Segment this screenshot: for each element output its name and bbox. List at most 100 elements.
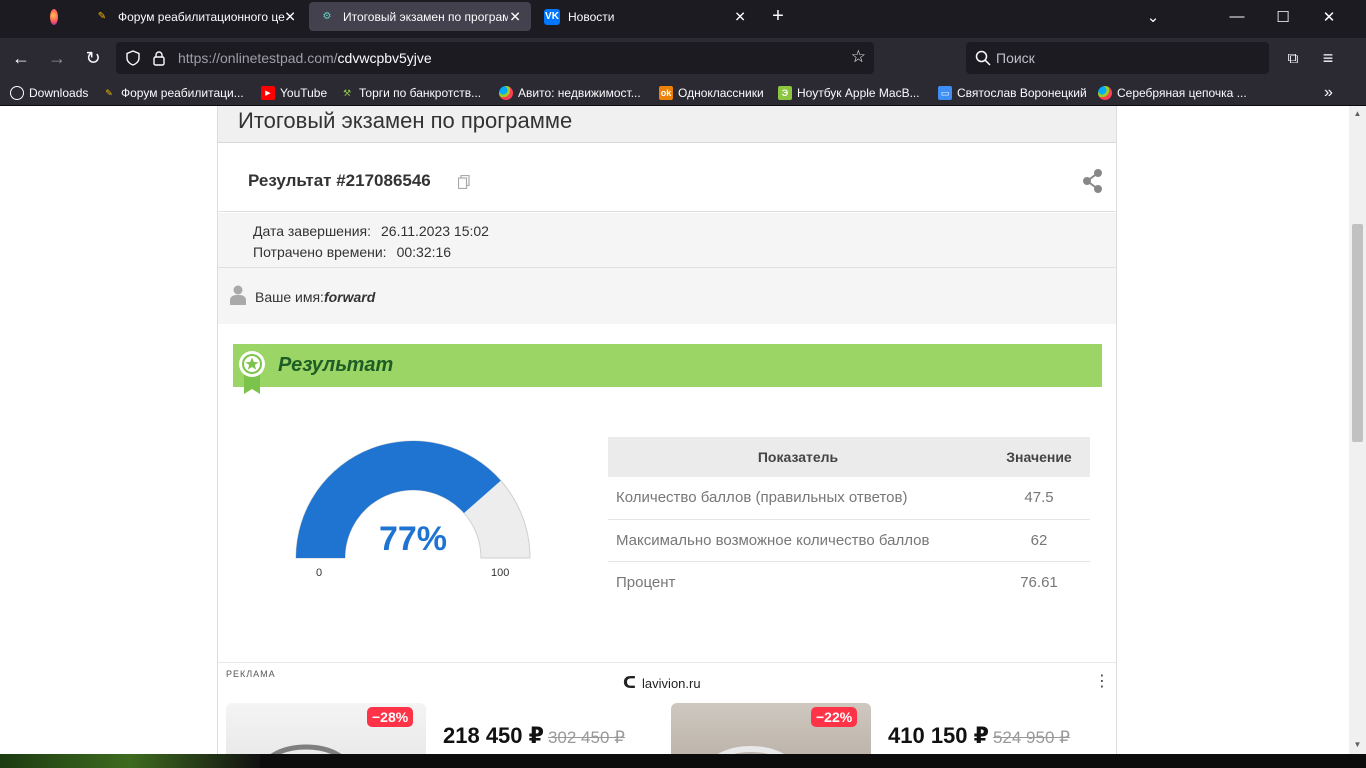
row-label: Максимально возможное количество баллов xyxy=(608,519,988,562)
more-vertical-icon[interactable]: ⋮ xyxy=(1094,671,1110,691)
bookmark-label: Downloads xyxy=(29,86,89,100)
navigation-bar: ← → ↻ https://onlinetestpad.com/cdvwcpbv… xyxy=(0,38,1366,78)
result-meta: Дата завершения: 26.11.2023 15:02 Потраче… xyxy=(218,213,1116,268)
gauge-percent: 77% xyxy=(378,520,448,558)
reload-icon: ↻ xyxy=(85,47,101,68)
column-header-value: Значение xyxy=(988,437,1090,477)
tab-news[interactable]: VK Новости ✕ xyxy=(534,0,756,33)
search-icon xyxy=(975,50,991,66)
tab-exam[interactable]: ⚙ Итоговый экзамен по програм ✕ xyxy=(309,2,531,31)
minimize-button[interactable]: — xyxy=(1214,0,1260,33)
bookmark-star-icon[interactable]: ☆ xyxy=(851,47,866,67)
result-card: Итоговый экзамен по программе Результат … xyxy=(217,106,1117,754)
search-field[interactable]: Поиск xyxy=(966,42,1269,74)
bookmark-label: Одноклассники xyxy=(678,86,764,100)
time-row: Потрачено времени: 00:32:16 xyxy=(253,244,451,260)
row-value: 62 xyxy=(988,519,1090,562)
shield-icon[interactable] xyxy=(125,50,141,66)
bookmark-youtube[interactable]: ▶ YouTube xyxy=(261,84,327,102)
bookmark-svyatoslav[interactable]: ▭ Святослав Воронецкий xyxy=(938,84,1087,102)
firefox-icon xyxy=(50,8,58,25)
tab-title: Форум реабилитационного це xyxy=(118,9,285,24)
avito-icon xyxy=(499,86,513,100)
bookmark-label: Авито: недвижимост... xyxy=(518,86,641,100)
maximize-button[interactable]: ☐ xyxy=(1260,0,1306,33)
score-gauge: 77% 0 100 xyxy=(288,436,538,586)
extensions-button[interactable]: ⧉ xyxy=(1278,44,1308,72)
share-icon[interactable] xyxy=(1082,168,1104,194)
bookmark-label: Ноутбук Apple MacB... xyxy=(797,86,920,100)
close-window-button[interactable]: ✕ xyxy=(1306,0,1352,33)
hamburger-icon: ≡ xyxy=(1322,47,1334,68)
time-value: 00:32:16 xyxy=(396,244,452,260)
tab-title: Новости xyxy=(568,9,615,24)
list-tabs-button[interactable]: ⌄ xyxy=(1130,0,1176,33)
scroll-down-icon[interactable]: ▼ xyxy=(1349,740,1366,754)
url-bar[interactable]: https://onlinetestpad.com/cdvwcpbv5yjve … xyxy=(116,42,874,74)
double-chevron-right-icon: » xyxy=(1324,84,1333,101)
copy-icon[interactable] xyxy=(458,175,470,189)
row-value: 76.61 xyxy=(1020,573,1058,591)
table-row: Процент 76.61 xyxy=(608,561,1090,603)
firefox-menu[interactable] xyxy=(40,0,76,33)
bookmark-forum[interactable]: ✎ Форум реабилитаци... xyxy=(102,84,243,102)
ad-label: РЕКЛАМА xyxy=(226,669,276,679)
result-title: Результат #217086546 xyxy=(248,171,431,190)
bookmark-torgi[interactable]: ⚒ Торги по банкротств... xyxy=(340,84,481,102)
bookmark-avito[interactable]: Авито: недвижимост... xyxy=(499,84,641,102)
time-label: Потрачено времени: xyxy=(253,244,387,260)
hammer-icon: ⚒ xyxy=(342,87,352,98)
lock-icon[interactable] xyxy=(152,50,166,66)
new-tab-button[interactable]: + xyxy=(755,0,801,33)
tab-title: Итоговый экзамен по програм xyxy=(343,9,508,24)
scrollbar-thumb[interactable] xyxy=(1352,224,1363,442)
arrow-right-icon: → xyxy=(48,47,66,68)
name-label-text: Ваше имя: xyxy=(255,289,324,305)
bookmark-downloads[interactable]: Downloads xyxy=(10,84,88,102)
page-scrollbar[interactable]: ▲ ▼ xyxy=(1349,106,1366,754)
tab-bar: ✎ Форум реабилитационного це ✕ ⚙ Итоговы… xyxy=(0,0,1366,33)
lavivion-logo-icon: ᑕ xyxy=(623,675,637,692)
shop-icon: Э xyxy=(778,86,792,100)
price-current: 410 150 ₽ xyxy=(888,723,989,748)
bookmark-ok[interactable]: ok Одноклассники xyxy=(659,84,764,102)
price-current: 218 450 ₽ xyxy=(443,723,544,748)
forward-button[interactable]: → xyxy=(42,44,72,72)
ok-icon: ok xyxy=(659,86,673,100)
puzzle-icon: ⧉ xyxy=(1287,49,1299,67)
price-old: 302 450 ₽ xyxy=(547,728,625,747)
table-row: Количество баллов (правильных ответов) 4… xyxy=(608,477,1090,520)
bookmark-macbook[interactable]: Э Ноутбук Apple MacB... xyxy=(778,84,920,102)
close-icon[interactable]: ✕ xyxy=(509,8,521,25)
reload-button[interactable]: ↻ xyxy=(78,44,108,72)
close-icon[interactable]: ✕ xyxy=(734,8,746,25)
ad-price[interactable]: 218 450 ₽302 450 ₽ xyxy=(443,723,625,749)
ad-block[interactable]: РЕКЛАМА ᑕ lavivion.ru ⋮ −28% 218 450 ₽302… xyxy=(218,662,1116,754)
bookmark-chain[interactable]: Серебряная цепочка ... xyxy=(1098,84,1247,102)
bookmark-label: Торги по банкротств... xyxy=(359,86,482,100)
price-old: 524 950 ₽ xyxy=(992,728,1070,747)
tab-forum[interactable]: ✎ Форум реабилитационного це ✕ xyxy=(84,0,306,33)
discount-badge: −28% xyxy=(367,707,414,727)
ad-price[interactable]: 410 150 ₽524 950 ₽ xyxy=(888,723,1070,749)
name-label: Ваше имя:forward xyxy=(255,289,375,305)
table-row: Максимально возможное количество баллов … xyxy=(608,519,1090,562)
close-icon: ✕ xyxy=(1322,8,1336,26)
app-menu-button[interactable]: ≡ xyxy=(1313,44,1343,72)
row-label: Процент xyxy=(616,573,676,591)
bookmark-label: YouTube xyxy=(280,86,328,100)
finished-value: 26.11.2023 15:02 xyxy=(381,223,489,239)
user-icon xyxy=(230,285,246,305)
row-value: 47.5 xyxy=(988,477,1090,520)
arrow-left-icon: ← xyxy=(12,47,30,68)
back-button[interactable]: ← xyxy=(6,44,36,72)
page-title: Итоговый экзамен по программе xyxy=(238,108,573,133)
minimize-icon: — xyxy=(1229,8,1245,25)
ad-domain[interactable]: ᑕ lavivion.ru xyxy=(623,673,701,693)
plus-icon: + xyxy=(772,5,784,27)
close-icon[interactable]: ✕ xyxy=(284,8,296,25)
wallpaper-edge xyxy=(0,754,260,768)
bookmarks-overflow-button[interactable]: » xyxy=(1324,84,1333,102)
url-text[interactable]: https://onlinetestpad.com/cdvwcpbv5yjve xyxy=(178,50,432,66)
scroll-up-icon[interactable]: ▲ xyxy=(1349,109,1366,123)
